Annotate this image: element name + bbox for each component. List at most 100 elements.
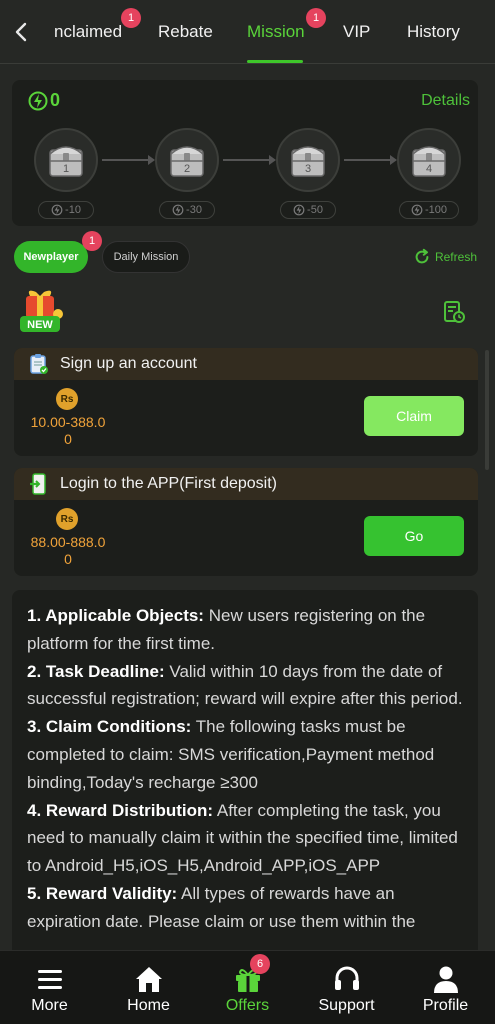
rule-item: 1. Applicable Objects: New users registe… bbox=[27, 602, 466, 658]
active-tab-indicator bbox=[247, 60, 303, 63]
nav-support[interactable]: Support bbox=[297, 951, 396, 1024]
chest-number: 1 bbox=[62, 163, 70, 175]
treasure-chest-3[interactable]: 3 bbox=[276, 128, 340, 192]
new-label: NEW bbox=[27, 319, 53, 331]
lightning-icon bbox=[293, 204, 305, 216]
lightning-icon bbox=[28, 91, 48, 110]
chest-number: 4 bbox=[425, 163, 433, 175]
chest-cost: -10 bbox=[38, 201, 94, 219]
nav-offers[interactable]: 6 Offers bbox=[198, 951, 297, 1024]
task-reward: 10.00-388.0 0 bbox=[28, 414, 108, 448]
chest-icon bbox=[49, 146, 83, 177]
task-title: Login to the APP(First deposit) bbox=[60, 475, 277, 492]
nav-more[interactable]: More bbox=[0, 951, 99, 1024]
rule-item: 3. Claim Conditions: The following tasks… bbox=[27, 713, 466, 796]
newplayer-badge: 1 bbox=[82, 231, 102, 251]
refresh-button[interactable]: Refresh bbox=[413, 248, 477, 266]
tab-rebate[interactable]: Rebate bbox=[158, 22, 213, 42]
back-arrow-icon[interactable] bbox=[10, 20, 34, 44]
progress-arrow bbox=[102, 159, 148, 161]
clipboard-icon bbox=[30, 354, 48, 374]
chest-number: 3 bbox=[304, 163, 312, 175]
refresh-icon bbox=[415, 248, 429, 264]
lightning-icon bbox=[51, 204, 63, 216]
nav-home[interactable]: Home bbox=[99, 951, 198, 1024]
new-gift-icon: NEW bbox=[20, 290, 63, 332]
chest-cost: -100 bbox=[399, 201, 459, 219]
task-header: Sign up an account bbox=[14, 348, 478, 380]
nav-label: More bbox=[31, 997, 68, 1014]
lightning-icon bbox=[411, 204, 423, 216]
chest-cost-value: -50 bbox=[307, 204, 323, 216]
tab-vip[interactable]: VIP bbox=[343, 22, 370, 42]
arrow-head bbox=[269, 155, 276, 165]
energy-counter: 0 bbox=[28, 90, 60, 111]
tab-mission[interactable]: Mission bbox=[247, 22, 305, 42]
unclaimed-badge: 1 bbox=[121, 8, 141, 28]
chest-icon bbox=[170, 146, 204, 177]
task-header: Login to the APP(First deposit) bbox=[14, 468, 478, 500]
refresh-label: Refresh bbox=[434, 250, 477, 264]
phone-login-icon bbox=[30, 473, 46, 495]
treasure-chest-1[interactable]: 1 bbox=[34, 128, 98, 192]
home-icon bbox=[136, 967, 162, 992]
chest-icon bbox=[412, 146, 446, 177]
user-icon bbox=[434, 966, 458, 993]
arrow-head bbox=[148, 155, 155, 165]
record-icon[interactable] bbox=[442, 300, 466, 324]
claim-button[interactable]: Claim bbox=[364, 396, 464, 436]
task-card-signup: Sign up an account Rs 10.00-388.0 0 Clai… bbox=[14, 348, 478, 456]
energy-progress-card: 0 Details 1 2 3 4 -10 -30 -50 -100 bbox=[12, 80, 478, 226]
rupee-coin-icon: Rs bbox=[56, 508, 78, 530]
tab-history[interactable]: History bbox=[407, 22, 460, 42]
arrow-head bbox=[390, 155, 397, 165]
chest-icon bbox=[291, 146, 325, 177]
tab-newplayer[interactable]: Newplayer bbox=[14, 241, 88, 273]
rule-heading: 4. Reward Distribution: bbox=[27, 800, 214, 820]
rule-heading: 3. Claim Conditions: bbox=[27, 717, 192, 737]
go-button[interactable]: Go bbox=[364, 516, 464, 556]
task-card-login: Login to the APP(First deposit) Rs 88.00… bbox=[14, 468, 478, 576]
nav-label: Profile bbox=[422, 997, 469, 1014]
tab-daily-mission[interactable]: Daily Mission bbox=[102, 241, 190, 273]
rupee-coin-icon: Rs bbox=[56, 388, 78, 410]
nav-profile[interactable]: Profile bbox=[396, 951, 495, 1024]
energy-value: 0 bbox=[50, 90, 61, 110]
lightning-icon bbox=[172, 204, 184, 216]
rule-heading: 2. Task Deadline: bbox=[27, 661, 165, 681]
menu-icon bbox=[38, 970, 62, 989]
task-reward-line-2: 0 bbox=[64, 431, 72, 447]
chest-cost-value: -30 bbox=[186, 204, 202, 216]
tab-unclaimed[interactable]: nclaimed bbox=[54, 22, 122, 42]
rule-heading: 5. Reward Validity: bbox=[27, 883, 178, 903]
task-title: Sign up an account bbox=[60, 355, 197, 372]
chest-cost-value: -100 bbox=[424, 204, 448, 216]
rules-panel: 1. Applicable Objects: New users registe… bbox=[12, 590, 478, 960]
chest-cost: -30 bbox=[159, 201, 215, 219]
details-link[interactable]: Details bbox=[421, 92, 470, 110]
task-reward: 88.00-888.0 0 bbox=[28, 534, 108, 568]
mission-badge: 1 bbox=[306, 8, 326, 28]
offers-badge: 6 bbox=[250, 954, 270, 974]
rule-item: 2. Task Deadline: Valid within 10 days f… bbox=[27, 658, 466, 714]
progress-arrow bbox=[344, 159, 390, 161]
rule-item: 5. Reward Validity: All types of rewards… bbox=[27, 880, 466, 936]
rule-heading: 1. Applicable Objects: bbox=[27, 606, 204, 625]
nav-label: Offers bbox=[225, 997, 270, 1014]
nav-label: Support bbox=[318, 997, 375, 1014]
top-tab-bar: nclaimed 1 Rebate Mission 1 VIP History bbox=[0, 0, 495, 64]
chest-cost-value: -10 bbox=[65, 204, 81, 216]
task-reward-line-1: 88.00-888.0 bbox=[30, 534, 106, 550]
progress-arrow bbox=[223, 159, 269, 161]
treasure-chest-2[interactable]: 2 bbox=[155, 128, 219, 192]
task-reward-line-1: 10.00-388.0 bbox=[30, 414, 106, 430]
bottom-nav: More Home 6 Offers Support Profile bbox=[0, 950, 495, 1024]
chest-number: 2 bbox=[183, 163, 191, 175]
rule-item: 4. Reward Distribution: After completing… bbox=[27, 797, 466, 880]
treasure-chest-4[interactable]: 4 bbox=[397, 128, 461, 192]
headset-icon bbox=[335, 966, 359, 990]
chest-cost: -50 bbox=[280, 201, 336, 219]
scrollbar[interactable] bbox=[485, 350, 489, 470]
nav-label: Home bbox=[127, 997, 170, 1014]
task-reward-line-2: 0 bbox=[64, 551, 72, 567]
